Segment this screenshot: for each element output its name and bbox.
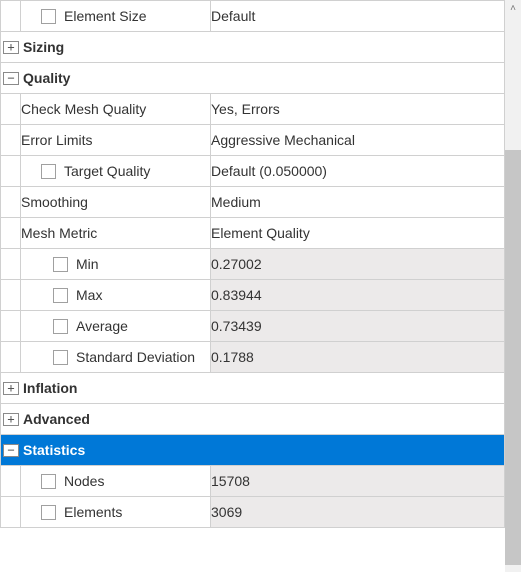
- row-elements[interactable]: Elements 3069: [1, 497, 505, 528]
- property-grid: Element Size Default +Sizing −Quality Ch…: [0, 0, 505, 528]
- label-metric-stddev: Standard Deviation: [76, 349, 195, 365]
- group-label-sizing: Sizing: [23, 39, 64, 55]
- checkbox-icon[interactable]: [53, 257, 68, 272]
- group-statistics[interactable]: −Statistics: [1, 435, 505, 466]
- group-inflation[interactable]: + Inflation: [1, 373, 505, 404]
- value-smoothing[interactable]: Medium: [211, 194, 261, 210]
- value-metric-stddev: 0.1788: [211, 349, 254, 365]
- row-mesh-metric[interactable]: Mesh Metric Element Quality: [1, 218, 505, 249]
- scroll-up-icon[interactable]: ˄: [505, 0, 521, 16]
- checkbox-icon[interactable]: [53, 288, 68, 303]
- label-metric-min: Min: [76, 256, 99, 272]
- value-metric-min: 0.27002: [211, 256, 262, 272]
- row-target-quality[interactable]: Target Quality Default (0.050000): [1, 156, 505, 187]
- minus-icon[interactable]: −: [3, 72, 19, 85]
- value-mesh-metric[interactable]: Element Quality: [211, 225, 310, 241]
- group-sizing[interactable]: + Sizing: [1, 32, 505, 63]
- value-element-size[interactable]: Default: [211, 8, 255, 24]
- scrollbar-thumb[interactable]: [505, 150, 521, 565]
- label-error-limits: Error Limits: [21, 132, 93, 148]
- group-label-quality: Quality: [23, 70, 70, 86]
- plus-icon[interactable]: +: [3, 413, 19, 426]
- row-metric-min[interactable]: Min 0.27002: [1, 249, 505, 280]
- plus-icon[interactable]: +: [3, 382, 19, 395]
- checkbox-icon[interactable]: [41, 474, 56, 489]
- label-nodes: Nodes: [64, 473, 104, 489]
- group-label-inflation: Inflation: [23, 380, 77, 396]
- checkbox-icon[interactable]: [41, 9, 56, 24]
- group-label-advanced: Advanced: [23, 411, 90, 427]
- value-nodes: 15708: [211, 473, 250, 489]
- checkbox-icon[interactable]: [53, 350, 68, 365]
- row-metric-stddev[interactable]: Standard Deviation 0.1788: [1, 342, 505, 373]
- minus-icon[interactable]: −: [3, 444, 19, 457]
- label-element-size: Element Size: [64, 8, 146, 24]
- checkbox-icon[interactable]: [41, 505, 56, 520]
- checkbox-icon[interactable]: [53, 319, 68, 334]
- group-quality[interactable]: −Quality: [1, 63, 505, 94]
- label-elements: Elements: [64, 504, 122, 520]
- value-target-quality[interactable]: Default (0.050000): [211, 163, 327, 179]
- value-error-limits[interactable]: Aggressive Mechanical: [211, 132, 355, 148]
- value-elements: 3069: [211, 504, 242, 520]
- row-element-size[interactable]: Element Size Default: [1, 1, 505, 32]
- row-check-mesh-quality[interactable]: Check Mesh Quality Yes, Errors: [1, 94, 505, 125]
- value-metric-avg: 0.73439: [211, 318, 262, 334]
- label-check-mesh-quality: Check Mesh Quality: [21, 101, 146, 117]
- label-metric-avg: Average: [76, 318, 128, 334]
- label-mesh-metric: Mesh Metric: [21, 225, 97, 241]
- plus-icon[interactable]: +: [3, 41, 19, 54]
- group-label-statistics: Statistics: [23, 442, 85, 458]
- checkbox-icon[interactable]: [41, 164, 56, 179]
- label-smoothing: Smoothing: [21, 194, 88, 210]
- label-target-quality: Target Quality: [64, 163, 150, 179]
- row-nodes[interactable]: Nodes 15708: [1, 466, 505, 497]
- label-metric-max: Max: [76, 287, 102, 303]
- row-smoothing[interactable]: Smoothing Medium: [1, 187, 505, 218]
- row-metric-avg[interactable]: Average 0.73439: [1, 311, 505, 342]
- group-advanced[interactable]: + Advanced: [1, 404, 505, 435]
- row-metric-max[interactable]: Max 0.83944: [1, 280, 505, 311]
- value-check-mesh-quality[interactable]: Yes, Errors: [211, 101, 280, 117]
- row-error-limits[interactable]: Error Limits Aggressive Mechanical: [1, 125, 505, 156]
- value-metric-max: 0.83944: [211, 287, 262, 303]
